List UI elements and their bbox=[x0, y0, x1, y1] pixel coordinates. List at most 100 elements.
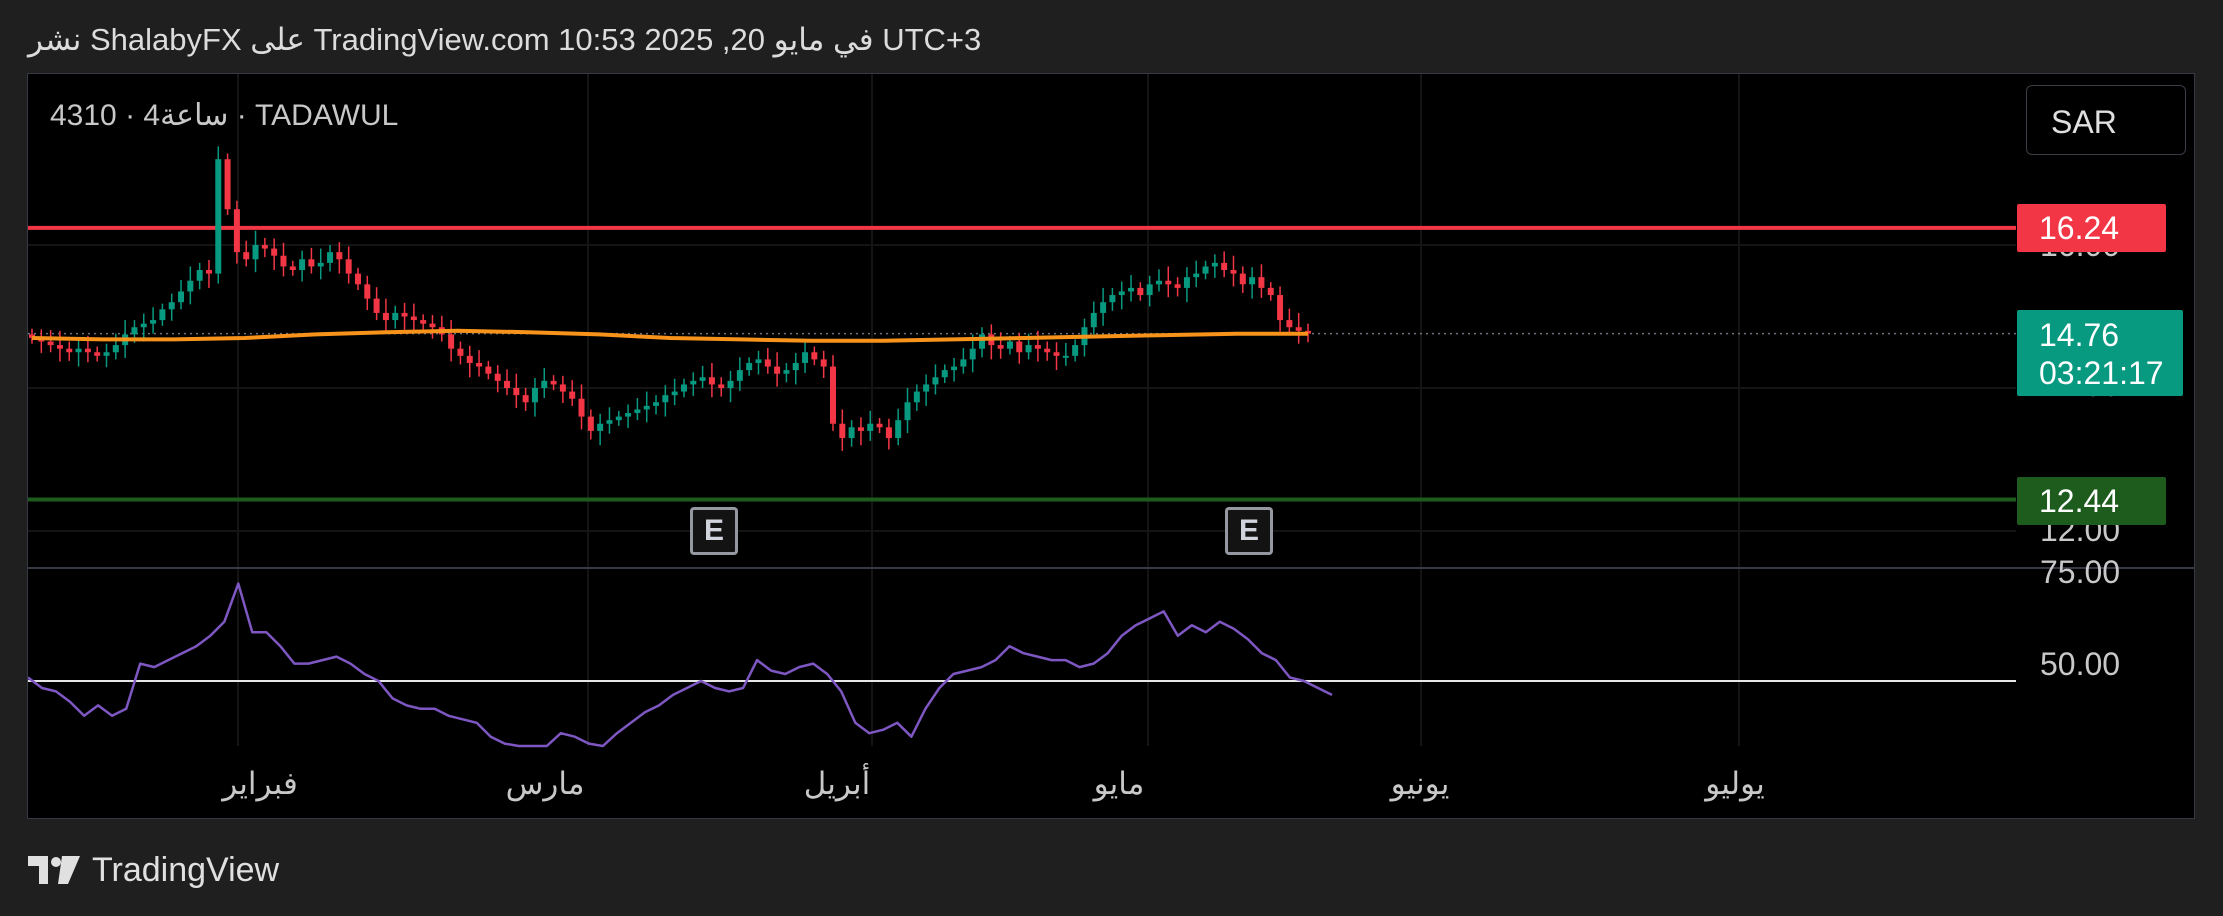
candle-body bbox=[75, 348, 82, 353]
candle-body bbox=[997, 345, 1004, 349]
candle-body bbox=[1239, 273, 1246, 285]
time-axis-label: مايو bbox=[1093, 766, 1145, 801]
candle-body bbox=[1155, 280, 1162, 285]
candle-body bbox=[429, 323, 436, 328]
candle-body bbox=[1090, 312, 1097, 328]
candle-body bbox=[187, 280, 194, 292]
candle-body bbox=[885, 427, 892, 439]
candle-body bbox=[615, 416, 622, 421]
chart-canvas[interactable] bbox=[28, 74, 2195, 819]
candle-body bbox=[783, 370, 790, 374]
last-price-value: 14.76 bbox=[2039, 317, 2120, 353]
candle-body bbox=[382, 312, 389, 321]
candle-body bbox=[736, 370, 743, 381]
candle-body bbox=[364, 284, 371, 299]
last-price-tag: 14.76 03:21:17 bbox=[2017, 310, 2183, 396]
rsi-line bbox=[28, 582, 1333, 748]
candle-body bbox=[1146, 284, 1153, 296]
candle-body bbox=[1202, 266, 1209, 274]
candle-body bbox=[131, 327, 138, 335]
candle-body bbox=[662, 395, 669, 403]
candle-body bbox=[597, 423, 604, 431]
candle-body bbox=[708, 377, 715, 385]
candle-body bbox=[979, 334, 986, 349]
candle-body bbox=[699, 377, 706, 381]
candle-body bbox=[857, 427, 864, 431]
candle-body bbox=[289, 266, 296, 271]
candle-body bbox=[448, 334, 455, 349]
candle-body bbox=[792, 362, 799, 371]
candle-body bbox=[895, 420, 902, 439]
currency-selector[interactable]: SAR bbox=[2026, 85, 2186, 155]
candle-body bbox=[867, 423, 874, 431]
candle-body bbox=[299, 259, 306, 271]
candle-body bbox=[1230, 270, 1237, 274]
candle-body bbox=[876, 423, 883, 428]
candle-body bbox=[941, 370, 948, 378]
candle-body bbox=[904, 402, 911, 421]
candle-body bbox=[1025, 345, 1032, 353]
candle-body bbox=[1137, 287, 1144, 296]
footer-brand: TradingView bbox=[92, 850, 280, 889]
candle-body bbox=[1174, 284, 1181, 288]
candle-body bbox=[1183, 277, 1190, 288]
candle-body bbox=[1165, 280, 1172, 285]
candle-body bbox=[1016, 341, 1023, 353]
candle-body bbox=[774, 366, 781, 374]
candle-body bbox=[653, 402, 660, 406]
candle-body bbox=[1221, 262, 1228, 271]
candle-body bbox=[969, 348, 976, 360]
candle-body bbox=[420, 320, 427, 324]
candle-body bbox=[224, 159, 231, 210]
candle-body bbox=[680, 384, 687, 392]
candle-body bbox=[820, 359, 827, 367]
time-axis-label: فبراير bbox=[222, 766, 298, 801]
footer: TradingView bbox=[28, 850, 279, 890]
candle-body bbox=[84, 348, 91, 353]
candle-body bbox=[1267, 287, 1274, 296]
candle-body bbox=[1258, 277, 1265, 288]
candle-body bbox=[494, 373, 501, 381]
candle-body bbox=[1006, 341, 1013, 349]
candle-body bbox=[410, 316, 417, 321]
candle-body bbox=[243, 252, 250, 260]
earnings-marker[interactable]: E bbox=[1225, 507, 1273, 555]
chart-frame[interactable]: 4310 · 4ساعة · TADAWUL SAR 16.00 14.00 1… bbox=[27, 73, 2195, 819]
candle-body bbox=[1193, 273, 1200, 278]
candle-body bbox=[913, 391, 920, 403]
candle-body bbox=[401, 312, 408, 317]
candle-body bbox=[178, 291, 185, 303]
candle-body bbox=[1062, 355, 1069, 358]
candle-body bbox=[727, 380, 734, 388]
symbol-label[interactable]: 4310 · 4ساعة · TADAWUL bbox=[50, 98, 398, 133]
candle-body bbox=[140, 323, 147, 328]
candle-body bbox=[755, 359, 762, 363]
candle-body bbox=[252, 245, 259, 260]
candle-body bbox=[1211, 262, 1218, 267]
candle-body bbox=[504, 380, 511, 388]
candle-body bbox=[47, 341, 54, 346]
candle-body bbox=[643, 405, 650, 410]
candle-body bbox=[848, 427, 855, 439]
candle-body bbox=[66, 348, 73, 353]
earnings-marker[interactable]: E bbox=[690, 507, 738, 555]
candle-body bbox=[1044, 348, 1051, 353]
candle-body bbox=[671, 391, 678, 396]
candle-body bbox=[112, 345, 119, 353]
candle-body bbox=[764, 359, 771, 367]
candle-body bbox=[587, 416, 594, 431]
candle-body bbox=[531, 388, 538, 403]
candle-body bbox=[354, 273, 361, 285]
candle-body bbox=[1295, 327, 1302, 331]
candle-body bbox=[485, 366, 492, 374]
candle-body bbox=[513, 388, 520, 396]
candle-body bbox=[94, 352, 101, 356]
candle-body bbox=[271, 248, 278, 256]
candle-body bbox=[1034, 345, 1041, 349]
candle-body bbox=[559, 384, 566, 392]
candle-body bbox=[317, 262, 324, 267]
tradingview-logo-icon bbox=[28, 856, 80, 884]
rsi-axis-label-50: 50.00 bbox=[2040, 646, 2121, 682]
candle-body bbox=[215, 159, 222, 274]
candle-body bbox=[327, 252, 334, 263]
